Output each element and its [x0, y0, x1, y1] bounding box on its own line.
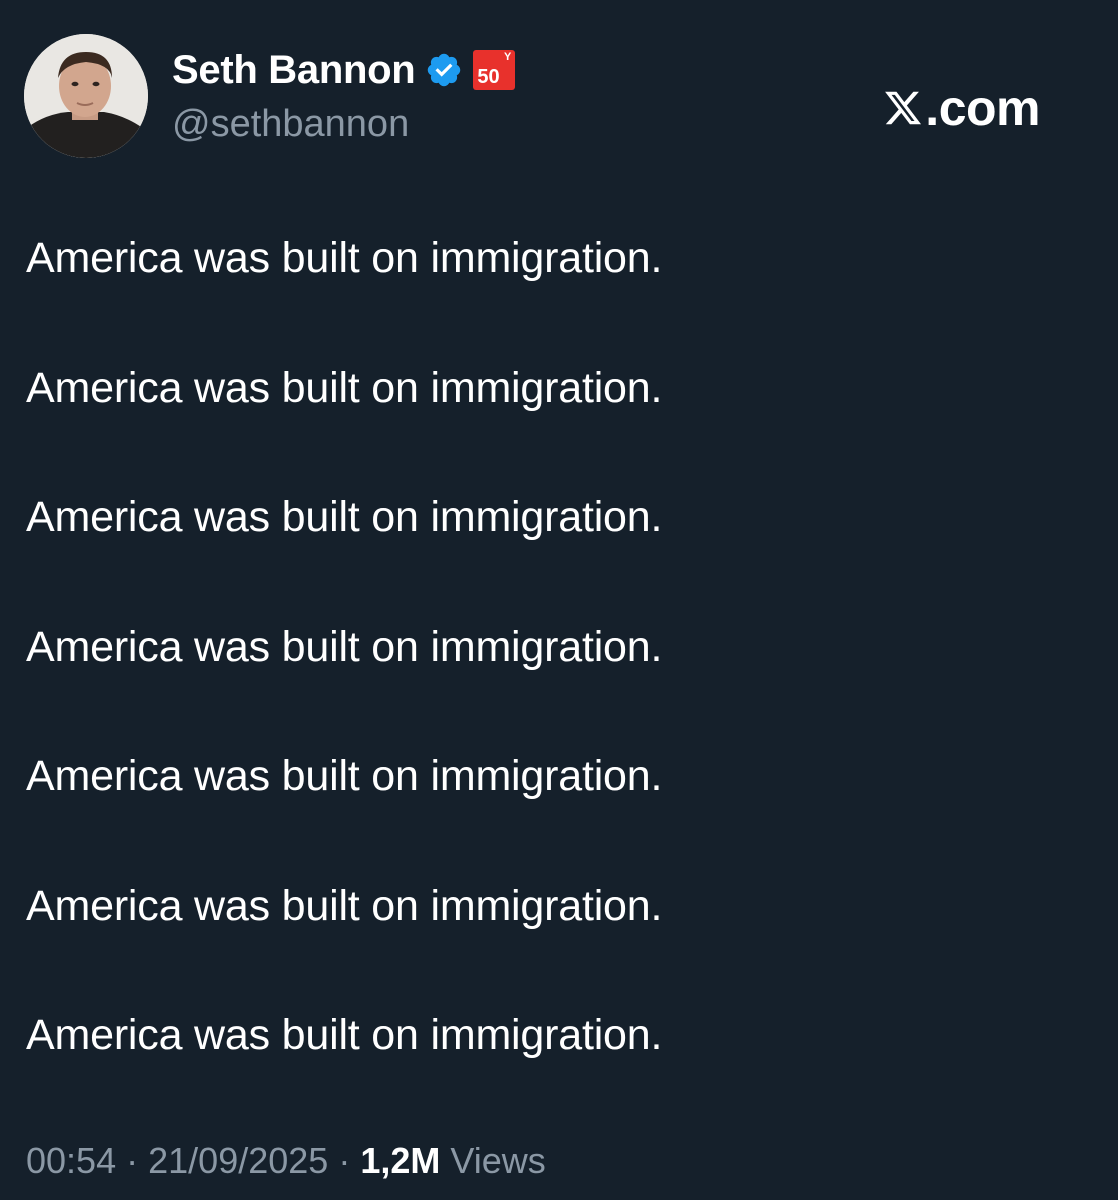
author-names: Seth Bannon 50 Y @sethbannon	[172, 44, 516, 148]
views-label: Views	[450, 1140, 546, 1181]
tweet-card: Seth Bannon 50 Y @sethbannon .com Americ…	[0, 0, 1118, 1200]
tweet-line: America was built on immigration.	[26, 752, 663, 800]
tweet-meta: 00:54 · 21/09/2025 · 1,2M Views	[26, 1137, 546, 1185]
x-logo-icon	[885, 91, 922, 125]
affiliate-badge-number: 50	[477, 66, 500, 88]
tweet-text: America was built on immigration. Americ…	[26, 228, 1086, 1135]
display-name[interactable]: Seth Bannon	[172, 44, 416, 96]
name-row: Seth Bannon 50 Y	[172, 44, 516, 96]
tweet-line: America was built on immigration.	[26, 1011, 663, 1059]
affiliate-badge[interactable]: 50 Y	[473, 50, 516, 90]
author-handle[interactable]: @sethbannon	[172, 100, 515, 148]
affiliate-badge-superscript: Y	[504, 51, 512, 63]
tweet-line: America was built on immigration.	[26, 363, 663, 412]
meta-separator: ·	[338, 1140, 351, 1181]
verified-badge-icon[interactable]	[415, 51, 463, 89]
tweet-date[interactable]: 21/09/2025	[148, 1140, 328, 1181]
avatar[interactable]	[24, 34, 148, 158]
brand-domain-text: .com	[925, 80, 1040, 136]
tweet-line: America was built on immigration.	[26, 622, 663, 671]
tweet-time[interactable]: 00:54	[26, 1140, 116, 1181]
tweet-header: Seth Bannon 50 Y @sethbannon .com	[24, 34, 1094, 158]
meta-separator: ·	[126, 1140, 139, 1181]
tweet-line: America was built on immigration.	[26, 493, 663, 541]
tweet-line: America was built on immigration.	[26, 881, 663, 930]
brand-watermark: .com	[883, 78, 1040, 138]
tweet-line: America was built on immigration.	[26, 234, 663, 282]
views-count[interactable]: 1,2M	[360, 1140, 440, 1181]
